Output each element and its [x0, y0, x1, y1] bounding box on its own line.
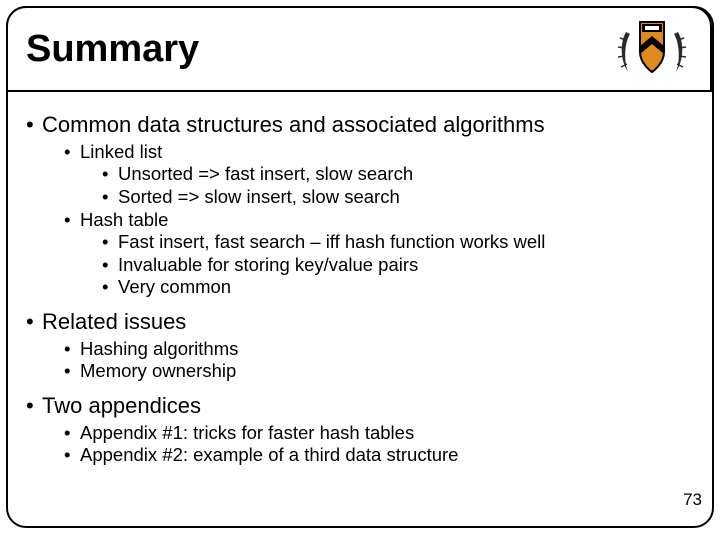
- bullet-level-2: • Hash table: [64, 209, 690, 232]
- bullet-marker: •: [64, 338, 80, 361]
- bullet-text: Linked list: [80, 141, 162, 162]
- bullet-text: Hashing algorithms: [80, 338, 238, 359]
- bullet-level-2: • Linked list: [64, 141, 690, 164]
- bullet-text: Unsorted => fast insert, slow search: [118, 163, 413, 184]
- crest-icon: [612, 12, 692, 82]
- bullet-level-3: • Fast insert, fast search – iff hash fu…: [102, 231, 690, 254]
- bullet-text: Appendix #2: example of a third data str…: [80, 444, 458, 465]
- bullet-level-3: • Very common: [102, 276, 690, 299]
- bullet-marker: •: [26, 309, 42, 336]
- bullet-text: Two appendices: [42, 393, 201, 418]
- bullet-text: Invaluable for storing key/value pairs: [118, 254, 418, 275]
- bullet-marker: •: [64, 444, 80, 467]
- bullet-marker: •: [64, 209, 80, 232]
- title-box: Summary: [6, 6, 712, 92]
- bullet-text: Common data structures and associated al…: [42, 112, 545, 137]
- bullet-level-2: • Appendix #2: example of a third data s…: [64, 444, 690, 467]
- bullet-text: Hash table: [80, 209, 168, 230]
- bullet-text: Appendix #1: tricks for faster hash tabl…: [80, 422, 414, 443]
- bullet-level-1: • Common data structures and associated …: [26, 112, 690, 139]
- bullet-text: Related issues: [42, 309, 186, 334]
- bullet-level-2: • Hashing algorithms: [64, 338, 690, 361]
- bullet-level-2: • Memory ownership: [64, 360, 690, 383]
- slide-body: • Common data structures and associated …: [26, 102, 690, 522]
- slide: Summary • Common data structures and ass…: [0, 0, 720, 540]
- bullet-text: Very common: [118, 276, 231, 297]
- bullet-marker: •: [102, 186, 118, 209]
- bullet-text: Sorted => slow insert, slow search: [118, 186, 400, 207]
- bullet-marker: •: [102, 231, 118, 254]
- bullet-marker: •: [26, 112, 42, 139]
- page-number: 73: [683, 490, 702, 510]
- bullet-marker: •: [102, 163, 118, 186]
- bullet-level-2: • Appendix #1: tricks for faster hash ta…: [64, 422, 690, 445]
- bullet-level-3: • Sorted => slow insert, slow search: [102, 186, 690, 209]
- bullet-marker: •: [64, 422, 80, 445]
- bullet-level-1: • Related issues: [26, 309, 690, 336]
- bullet-marker: •: [26, 393, 42, 420]
- bullet-level-1: • Two appendices: [26, 393, 690, 420]
- bullet-marker: •: [102, 276, 118, 299]
- bullet-text: Memory ownership: [80, 360, 236, 381]
- bullet-level-3: • Invaluable for storing key/value pairs: [102, 254, 690, 277]
- bullet-level-3: • Unsorted => fast insert, slow search: [102, 163, 690, 186]
- bullet-marker: •: [64, 141, 80, 164]
- bullet-marker: •: [102, 254, 118, 277]
- bullet-marker: •: [64, 360, 80, 383]
- bullet-text: Fast insert, fast search – iff hash func…: [118, 231, 545, 252]
- slide-title: Summary: [26, 28, 199, 71]
